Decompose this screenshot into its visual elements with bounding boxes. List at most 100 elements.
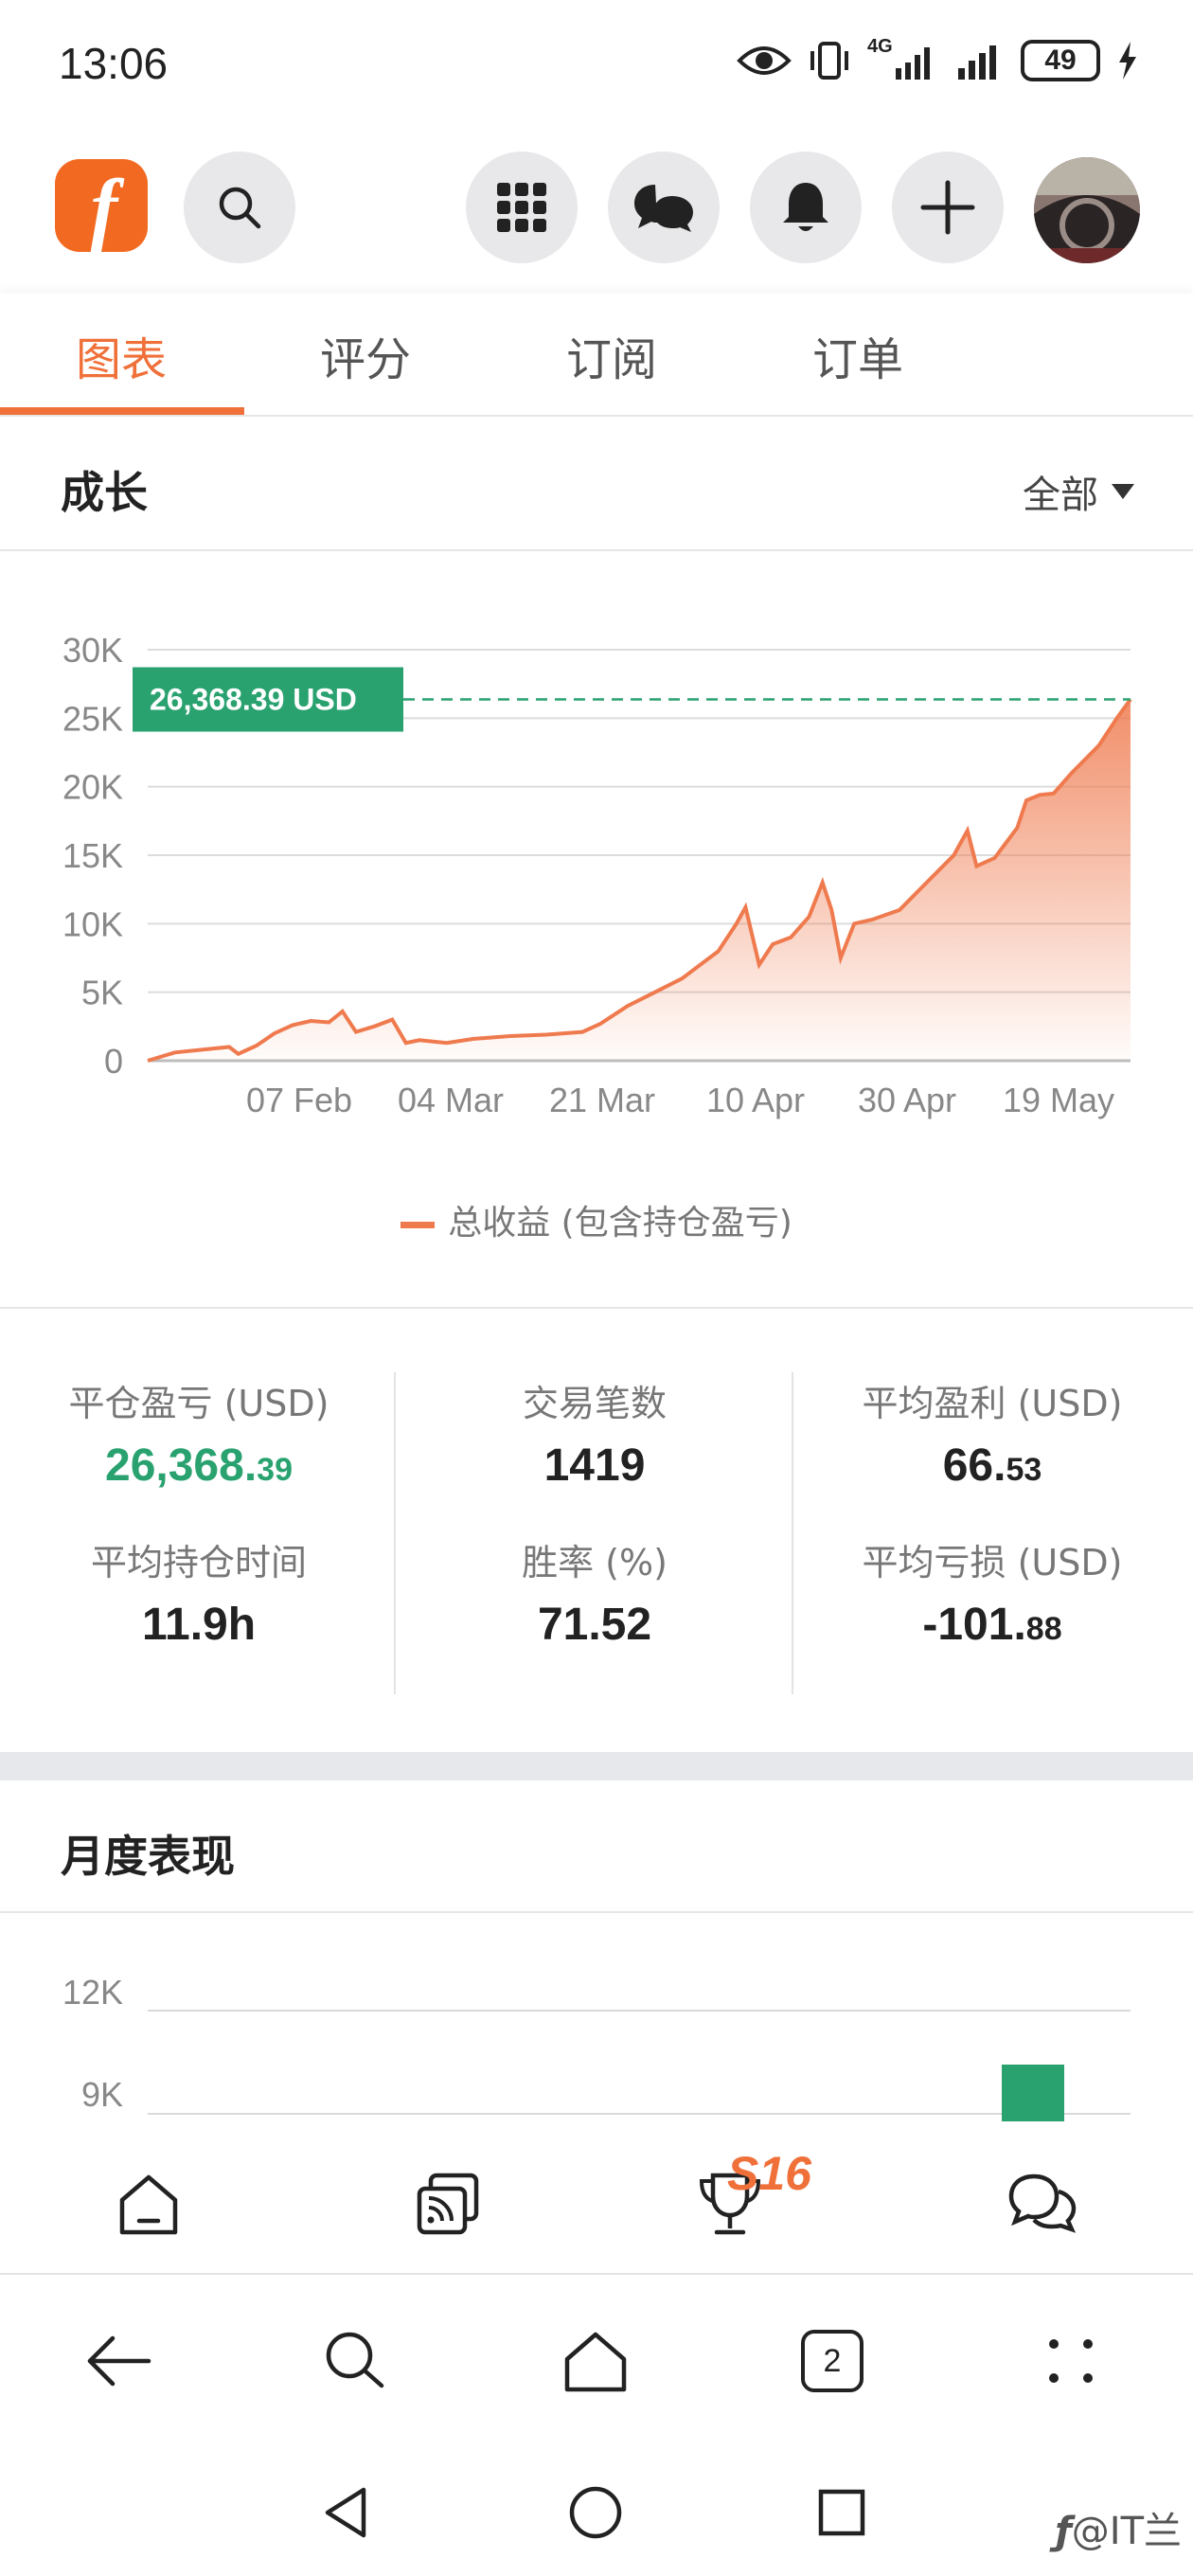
status-bar: 13:06 4G 49 xyxy=(0,0,1193,137)
stat-avg-profit: 平均盈利 (USD) 66.53 xyxy=(812,1374,1172,1492)
browser-menu-button[interactable] xyxy=(1028,2318,1113,2404)
browser-home-button[interactable] xyxy=(553,2318,638,2404)
y-tick-label: 30K xyxy=(62,631,123,670)
notifications-button[interactable] xyxy=(750,152,862,263)
eye-icon xyxy=(737,46,792,75)
nav-home[interactable] xyxy=(106,2161,191,2246)
x-tick-label: 07 Feb xyxy=(246,1081,352,1119)
tab-orders[interactable]: 订单 xyxy=(812,322,903,388)
chart-legend: 总收益 (包含持仓盈亏) xyxy=(0,1195,1193,1244)
competition-badge: S16 xyxy=(727,2147,811,2200)
growth-chart: 26,368.39 USD 30K 25K 20K 15K 10K 5K 0 07 Feb 0… xyxy=(0,551,1193,1309)
chat-icon xyxy=(1008,2174,1077,2233)
legend-swatch xyxy=(401,1221,436,1228)
tab-bar: 图表 评分 订阅 订单 xyxy=(0,294,1193,417)
search-button[interactable] xyxy=(184,152,295,263)
x-tick-label: 04 Mar xyxy=(398,1081,504,1119)
stat-value: 66.53 xyxy=(942,1440,1042,1491)
nav-chat[interactable] xyxy=(1000,2161,1085,2246)
system-recents-button[interactable] xyxy=(809,2479,875,2546)
monthly-bar[interactable] xyxy=(1002,2065,1064,2123)
growth-title: 成长 xyxy=(61,467,148,518)
add-button[interactable] xyxy=(892,152,1004,263)
section-divider xyxy=(0,1752,1193,1780)
app-header: f xyxy=(0,152,1193,275)
dots-menu-icon xyxy=(1049,2339,1093,2383)
browser-toolbar: 2 xyxy=(0,2275,1193,2445)
monthly-ytick: 12K xyxy=(62,1973,123,2012)
browser-tabs-button[interactable]: 2 xyxy=(790,2318,875,2404)
status-time: 13:06 xyxy=(59,39,169,88)
growth-area xyxy=(148,699,1131,1061)
bell-icon xyxy=(783,183,828,231)
x-tick-label: 30 Apr xyxy=(858,1081,956,1119)
range-filter-dropdown[interactable]: 全部 xyxy=(1023,464,1134,519)
watermark-logo-icon: ƒ xyxy=(1055,2510,1072,2553)
y-tick-label: 0 xyxy=(104,1042,123,1081)
y-tick-label: 20K xyxy=(62,768,123,807)
system-nav-bar: ƒ@IT兰 xyxy=(0,2445,1193,2576)
stat-value: 1419 xyxy=(543,1440,646,1491)
stats-panel: 平仓盈亏 (USD) 26,368.39 交易笔数 1419 平均盈利 (USD… xyxy=(0,1312,1193,1747)
tab-count: 2 xyxy=(801,2330,864,2392)
current-value-label: 26,368.39 USD xyxy=(150,683,357,717)
stat-label: 平均盈利 (USD) xyxy=(862,1383,1123,1424)
system-back-button[interactable] xyxy=(312,2479,379,2546)
x-tick-label: 21 Mar xyxy=(549,1081,655,1119)
stat-value: 71.52 xyxy=(537,1600,652,1650)
stat-avg-loss: 平均亏损 (USD) -101.88 xyxy=(812,1533,1172,1651)
system-home-button[interactable] xyxy=(562,2479,629,2546)
monthly-ytick: 9K xyxy=(81,2075,123,2114)
stat-value: 26,368.39 xyxy=(105,1440,293,1491)
circle-home-icon xyxy=(569,2486,622,2539)
tab-subscription[interactable]: 订阅 xyxy=(566,322,657,388)
messages-button[interactable] xyxy=(608,152,720,263)
legend-label: 总收益 (包含持仓盈亏) xyxy=(448,1204,792,1243)
stat-label: 交易笔数 xyxy=(522,1383,667,1424)
signal-icon xyxy=(958,45,996,80)
browser-search-button[interactable] xyxy=(312,2318,398,2404)
browser-back-button[interactable] xyxy=(76,2318,161,2404)
tab-chart[interactable]: 图表 xyxy=(76,322,167,388)
apps-button[interactable] xyxy=(466,152,578,263)
arrow-left-icon xyxy=(87,2335,151,2387)
feed-icon xyxy=(417,2173,479,2235)
stat-trade-count: 交易笔数 1419 xyxy=(415,1374,775,1492)
y-tick-label: 10K xyxy=(62,904,123,943)
app-bottom-nav: S16 xyxy=(0,2121,1193,2275)
stat-label: 平仓盈亏 (USD) xyxy=(68,1383,329,1424)
watermark: ƒ@IT兰 xyxy=(1055,2510,1182,2553)
avatar[interactable] xyxy=(1034,157,1140,263)
square-recents-icon xyxy=(818,2489,865,2536)
monthly-title: 月度表现 xyxy=(61,1831,235,1882)
stat-value: -101.88 xyxy=(922,1600,1062,1650)
growth-header: 成长 全部 xyxy=(0,419,1193,551)
home-icon xyxy=(564,2332,627,2392)
stat-label: 平均亏损 (USD) xyxy=(862,1542,1123,1583)
stat-label: 平均持仓时间 xyxy=(90,1542,307,1583)
divider xyxy=(394,1372,396,1694)
stat-avg-hold-time: 平均持仓时间 11.9h xyxy=(19,1533,379,1651)
battery-indicator: 49 xyxy=(1021,40,1100,81)
status-icons: 4G 49 xyxy=(737,36,1138,81)
caret-down-icon xyxy=(1112,484,1134,499)
signal-4g-icon: 4G xyxy=(867,36,937,81)
y-tick-label: 25K xyxy=(62,699,123,738)
chat-bubbles-icon xyxy=(634,185,693,232)
vibrate-icon xyxy=(810,42,848,80)
plus-icon xyxy=(920,180,975,235)
nav-feed[interactable] xyxy=(405,2161,490,2246)
growth-chart-svg: 26,368.39 USD 30K 25K 20K 15K 10K 5K 0 07 Feb 0… xyxy=(62,631,1132,1119)
monthly-header: 月度表现 xyxy=(0,1780,1193,1913)
charging-icon xyxy=(1119,42,1136,80)
svg-text:f: f xyxy=(91,162,125,252)
divider xyxy=(792,1372,793,1694)
y-tick-label: 15K xyxy=(62,836,123,875)
monthly-chart: 12K 9K xyxy=(0,1915,1193,2123)
stat-label: 胜率 (%) xyxy=(522,1542,668,1583)
app-logo[interactable]: f xyxy=(55,159,148,253)
stat-closed-pnl: 平仓盈亏 (USD) 26,368.39 xyxy=(19,1374,379,1492)
apps-grid-icon xyxy=(497,183,546,232)
tab-rating[interactable]: 评分 xyxy=(320,322,411,388)
stat-value: 11.9h xyxy=(141,1600,257,1650)
